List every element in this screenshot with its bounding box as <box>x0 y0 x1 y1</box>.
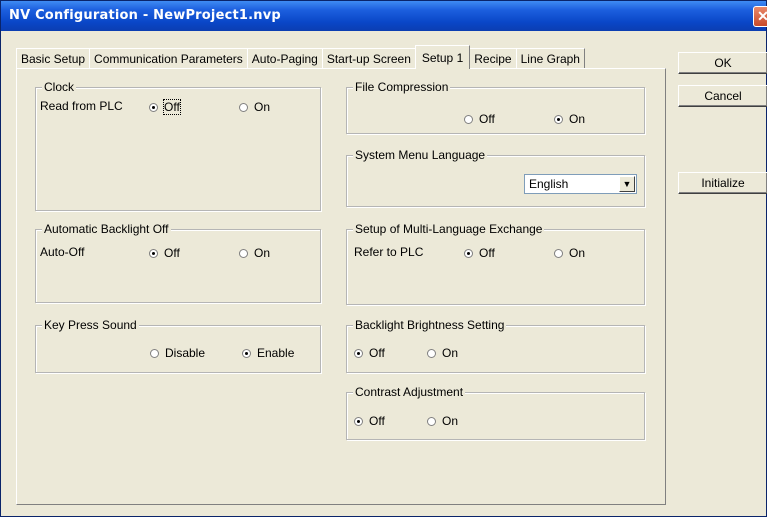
radio-unselected-icon <box>427 416 436 426</box>
multi-language-exchange-group: Setup of Multi-Language Exchange Refer t… <box>346 222 645 305</box>
clock-off-radio[interactable]: Off <box>149 99 181 115</box>
key-press-sound-legend: Key Press Sound <box>42 318 139 332</box>
radio-unselected-icon <box>427 348 436 358</box>
window-title: NV Configuration - NewProject1.nvp <box>9 8 281 23</box>
close-button[interactable]: ✕ <box>753 6 767 27</box>
tab-line-graph[interactable]: Line Graph <box>515 48 585 69</box>
initialize-button[interactable]: Initialize <box>678 172 767 194</box>
contrast-adjustment-legend: Contrast Adjustment <box>353 385 466 399</box>
tab-start-up-screen[interactable]: Start-up Screen <box>321 48 416 69</box>
backlight-brightness-legend: Backlight Brightness Setting <box>353 318 507 332</box>
clock-group: Clock Read from PLC Off On <box>35 80 321 211</box>
key-press-sound-group: Key Press Sound Disable Enable <box>35 318 321 373</box>
refer-to-plc-label: Refer to PLC <box>354 245 424 259</box>
radio-unselected-icon <box>464 114 473 124</box>
key-press-disable-radio[interactable]: Disable <box>150 346 205 360</box>
nv-configuration-dialog: NV Configuration - NewProject1.nvp ✕ Bas… <box>0 0 767 517</box>
clock-legend: Clock <box>42 80 77 94</box>
clock-read-from-plc-label: Read from PLC <box>40 99 123 113</box>
radio-unselected-icon <box>554 248 563 258</box>
tab-auto-paging[interactable]: Auto-Paging <box>246 48 323 69</box>
backlight-brightness-group: Backlight Brightness Setting Off On <box>346 318 645 373</box>
contrast-on-radio[interactable]: On <box>427 414 458 428</box>
multi-language-exchange-legend: Setup of Multi-Language Exchange <box>353 222 545 236</box>
selected-language: English <box>529 177 569 191</box>
brightness-off-radio[interactable]: Off <box>354 346 385 360</box>
radio-selected-icon <box>554 114 563 124</box>
radio-selected-icon <box>354 348 363 358</box>
system-menu-language-select[interactable]: English ▼ <box>524 174 637 194</box>
automatic-backlight-off-legend: Automatic Backlight Off <box>42 222 171 236</box>
system-menu-language-group: System Menu Language English ▼ <box>346 148 645 207</box>
radio-selected-icon <box>464 248 473 258</box>
tab-setup-1[interactable]: Setup 1 <box>414 45 471 69</box>
tab-recipe[interactable]: Recipe <box>469 48 517 69</box>
chevron-down-icon[interactable]: ▼ <box>619 176 635 192</box>
contrast-adjustment-group: Contrast Adjustment Off On <box>346 385 645 440</box>
radio-unselected-icon <box>239 102 248 112</box>
auto-off-off-radio[interactable]: Off <box>149 246 180 260</box>
radio-selected-icon <box>149 102 158 112</box>
refer-to-plc-off-radio[interactable]: Off <box>464 246 495 260</box>
clock-on-radio[interactable]: On <box>239 100 270 114</box>
radio-selected-icon <box>354 416 363 426</box>
key-press-enable-radio[interactable]: Enable <box>242 346 294 360</box>
automatic-backlight-off-group: Automatic Backlight Off Auto-Off Off On <box>35 222 321 303</box>
close-icon: ✕ <box>757 8 767 24</box>
setup-1-panel: Clock Read from PLC Off On Automatic Bac… <box>16 68 666 505</box>
auto-off-label: Auto-Off <box>40 245 85 259</box>
title-bar[interactable]: NV Configuration - NewProject1.nvp ✕ <box>1 1 767 31</box>
tab-basic-setup[interactable]: Basic Setup <box>16 48 91 69</box>
tab-strip: Basic Setup Communication Parameters Aut… <box>16 45 585 69</box>
radio-unselected-icon <box>150 348 159 358</box>
brightness-on-radio[interactable]: On <box>427 346 458 360</box>
tab-communication-parameters[interactable]: Communication Parameters <box>89 48 248 69</box>
file-compression-group: File Compression Off On <box>346 80 645 134</box>
file-compression-on-radio[interactable]: On <box>554 112 585 126</box>
radio-selected-icon <box>149 248 158 258</box>
radio-unselected-icon <box>239 248 248 258</box>
system-menu-language-legend: System Menu Language <box>353 148 488 162</box>
file-compression-legend: File Compression <box>353 80 451 94</box>
radio-selected-icon <box>242 348 251 358</box>
file-compression-off-radio[interactable]: Off <box>464 112 495 126</box>
ok-button[interactable]: OK <box>678 52 767 74</box>
contrast-off-radio[interactable]: Off <box>354 414 385 428</box>
cancel-button[interactable]: Cancel <box>678 85 767 107</box>
refer-to-plc-on-radio[interactable]: On <box>554 246 585 260</box>
auto-off-on-radio[interactable]: On <box>239 246 270 260</box>
